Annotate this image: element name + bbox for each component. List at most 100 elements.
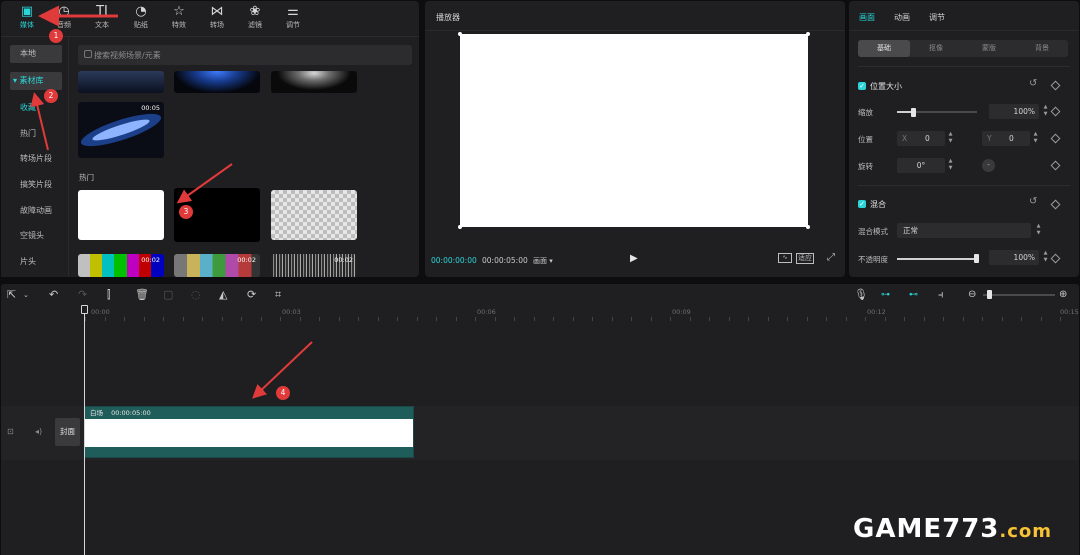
playhead-handle[interactable] (81, 305, 88, 314)
scale-value-field[interactable]: 100% (989, 104, 1039, 119)
white-clip-thumbnail[interactable] (78, 190, 164, 240)
keyframe-icon[interactable] (1050, 199, 1061, 210)
position-x-field[interactable]: X 0 (897, 131, 945, 146)
media-thumbnail[interactable] (174, 71, 260, 93)
transparent-clip-thumbnail[interactable] (271, 190, 357, 240)
zoom-out-icon[interactable]: ⊖ (968, 287, 976, 303)
tab-adjust[interactable]: ⚌ 调节 (275, 4, 311, 34)
tab-effects[interactable]: ☆ 特效 (161, 4, 197, 34)
rotate-dial[interactable]: - (982, 159, 995, 172)
zoom-slider[interactable] (983, 294, 1055, 296)
sidebar-item-funny-clips[interactable]: 搞笑片段 (10, 176, 62, 194)
subtab-basic[interactable]: 基础 (858, 40, 910, 57)
x-stepper[interactable]: ▲ ▼ (946, 131, 955, 146)
position-size-heading: 位置大小 (870, 82, 902, 91)
playhead[interactable] (84, 306, 85, 555)
canvas-corner-handle[interactable] (806, 225, 810, 229)
video-clip[interactable]: 白场 00:00:05:00 (84, 406, 414, 458)
sidebar-item-library[interactable]: ▾ 素材库 (10, 72, 62, 90)
zoom-slider-knob[interactable] (987, 290, 992, 299)
blend-checkbox[interactable]: ✓ (858, 200, 866, 208)
rotate-stepper[interactable]: ▲ ▼ (946, 158, 955, 173)
ruler-tick (455, 317, 457, 321)
fullscreen-icon[interactable]: ⤢ (827, 252, 835, 263)
media-thumbnail[interactable] (78, 71, 164, 93)
sidebar-item-local[interactable]: 本地 (10, 45, 62, 63)
keyframe-icon[interactable] (1050, 253, 1061, 264)
track-audio-icon[interactable]: ◂) (35, 427, 42, 436)
noise-thumbnail[interactable]: 00:02 (271, 254, 357, 277)
tab-text[interactable]: TI 文本 (84, 4, 120, 34)
media-panel: ▣ 媒体 ◷ 音频 TI 文本 ◔ 贴纸 ☆ 特效 ⋈ 转场 ❀ 滤镜 ⚌ 调节… (1, 1, 419, 277)
subtab-mask[interactable]: 蒙版 (963, 40, 1015, 57)
blend-mode-select[interactable]: 正常 (897, 223, 1031, 238)
tab-animation[interactable]: 动画 (894, 12, 910, 23)
ratio-dropdown[interactable]: 画面 ▾ (533, 256, 553, 266)
opacity-value-field[interactable]: 100% (989, 250, 1039, 265)
keyframe-icon[interactable] (1050, 133, 1061, 144)
cover-button[interactable]: 封面 (55, 418, 80, 446)
mirror-icon[interactable]: ◭ (219, 287, 227, 303)
search-input[interactable] (94, 45, 394, 65)
crop-icon[interactable]: ⌗ (275, 287, 281, 303)
rotate-value-field[interactable]: 0° (897, 158, 945, 173)
tab-filter[interactable]: ❀ 滤镜 (237, 4, 273, 34)
freeze-icon[interactable]: ▢ (163, 287, 173, 303)
ruler-tick (923, 317, 925, 321)
blend-heading: 混合 (870, 200, 886, 209)
tab-adjust[interactable]: 调节 (929, 12, 945, 23)
chevron-down-icon[interactable]: ⌄ (23, 287, 29, 303)
opacity-stepper[interactable]: ▲ ▼ (1041, 250, 1050, 265)
microphone-icon[interactable]: 🎙 (854, 287, 868, 303)
canvas-corner-handle[interactable] (806, 32, 810, 36)
keyframe-icon[interactable] (1050, 106, 1061, 117)
canvas-corner-handle[interactable] (458, 32, 462, 36)
subtab-background[interactable]: 背景 (1016, 40, 1068, 57)
opacity-label: 不透明度 (858, 255, 888, 264)
sidebar-item-transition-clips[interactable]: 转场片段 (10, 150, 62, 168)
sidebar-item-hot[interactable]: 热门 (10, 125, 62, 143)
play-icon[interactable]: ▶ (630, 253, 638, 264)
tab-picture[interactable]: 画面 (859, 12, 875, 23)
waveform-icon[interactable]: ∿ (778, 253, 792, 263)
opacity-slider-knob[interactable] (974, 254, 979, 263)
canvas-corner-handle[interactable] (458, 225, 462, 229)
undo-icon[interactable]: ↶ (49, 287, 58, 303)
magnet-icon[interactable]: ⊷ (909, 287, 918, 303)
keyframe-icon[interactable] (1050, 80, 1061, 91)
track-lock-icon[interactable]: ⊡ (7, 427, 14, 436)
reset-icon[interactable]: ↺ (1029, 78, 1037, 89)
sidebar-item-intro[interactable]: 片头 (10, 253, 62, 271)
align-icon[interactable]: ⫞ (938, 287, 944, 303)
media-thumbnail[interactable] (271, 71, 357, 93)
tab-media[interactable]: ▣ 媒体 (9, 4, 45, 34)
rotate-icon[interactable]: ⟳ (247, 287, 256, 303)
search-bar[interactable] (78, 45, 412, 65)
blend-mode-stepper[interactable]: ▲ ▼ (1034, 223, 1043, 238)
colorbars-thumbnail[interactable]: 00:02 (78, 254, 164, 277)
select-tool-icon[interactable]: ⇱ (7, 287, 16, 303)
zoom-in-icon[interactable]: ⊕ (1059, 287, 1067, 303)
tab-transition[interactable]: ⋈ 转场 (199, 4, 235, 34)
link-icon[interactable]: ⊶ (881, 287, 890, 303)
sidebar-item-empty-shot[interactable]: 空镜头 (10, 227, 62, 245)
preview-canvas[interactable] (460, 34, 808, 227)
scale-slider-knob[interactable] (911, 108, 916, 117)
media-thumbnail[interactable]: 00:05 (78, 102, 164, 158)
scale-stepper[interactable]: ▲ ▼ (1041, 104, 1050, 119)
y-stepper[interactable]: ▲ ▼ (1031, 131, 1040, 146)
delete-icon[interactable]: 🗑 (135, 287, 149, 303)
position-size-checkbox[interactable]: ✓ (858, 82, 866, 90)
sidebar-item-glitch[interactable]: 故障动画 (10, 202, 62, 220)
subtab-chroma[interactable]: 抠像 (910, 40, 962, 57)
split-icon[interactable]: ⫿ (107, 287, 111, 303)
testcard-thumbnail[interactable]: 00:02 (174, 254, 260, 277)
fit-button[interactable]: 适应 (796, 253, 814, 264)
keyframe-icon[interactable] (1050, 160, 1061, 171)
redo-icon[interactable]: ↷ (78, 287, 87, 303)
reset-icon[interactable]: ↺ (1029, 196, 1037, 207)
position-y-field[interactable]: Y 0 (982, 131, 1030, 146)
section-divider (858, 66, 1070, 67)
tab-sticker[interactable]: ◔ 贴纸 (123, 4, 159, 34)
reverse-icon[interactable]: ◌ (191, 287, 201, 303)
